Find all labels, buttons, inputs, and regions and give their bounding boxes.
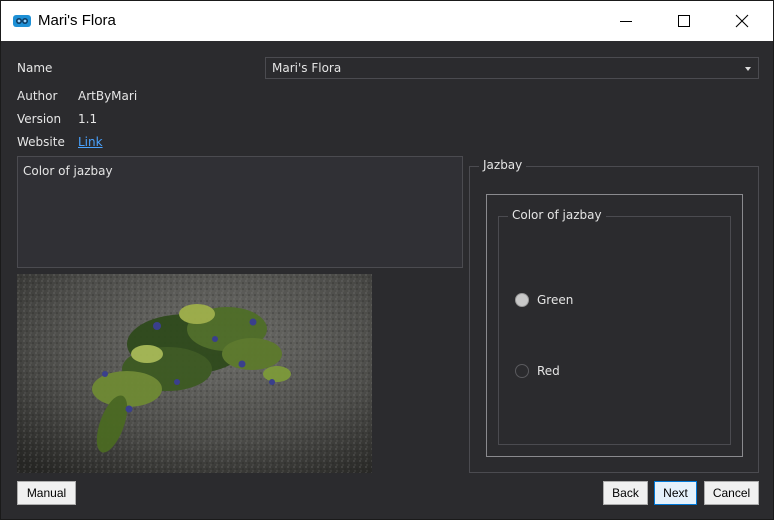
app-logo-icon bbox=[13, 15, 31, 27]
back-button[interactable]: Back bbox=[603, 481, 648, 505]
version-value: 1.1 bbox=[78, 112, 98, 126]
name-label: Name bbox=[17, 61, 53, 75]
website-label: Website bbox=[17, 135, 65, 149]
radio-red-label[interactable]: Red bbox=[537, 364, 560, 378]
manual-button[interactable]: Manual bbox=[17, 481, 76, 505]
cancel-button[interactable]: Cancel bbox=[704, 481, 759, 505]
description-text: Color of jazbay bbox=[23, 164, 113, 178]
maximize-button[interactable] bbox=[655, 1, 713, 41]
installer-window: Mari's Flora Name Mari's Flora Author Ar… bbox=[0, 0, 774, 520]
title-bar[interactable]: Mari's Flora bbox=[1, 1, 773, 41]
window-title: Mari's Flora bbox=[38, 12, 116, 29]
preview-image bbox=[17, 274, 372, 473]
author-value: ArtByMari bbox=[78, 89, 138, 103]
maximize-icon bbox=[678, 15, 690, 27]
close-icon bbox=[735, 14, 749, 28]
description-box[interactable]: Color of jazbay bbox=[17, 156, 463, 268]
author-label: Author bbox=[17, 89, 58, 103]
chevron-down-icon bbox=[745, 67, 751, 71]
radio-red[interactable] bbox=[515, 364, 529, 378]
website-link[interactable]: Link bbox=[78, 135, 103, 149]
color-option-group bbox=[498, 216, 731, 445]
version-label: Version bbox=[17, 112, 62, 126]
minimize-button[interactable] bbox=[597, 1, 655, 41]
radio-green-label[interactable]: Green bbox=[537, 293, 573, 307]
radio-green[interactable] bbox=[515, 293, 529, 307]
options-group-title: Jazbay bbox=[479, 158, 527, 172]
minimize-icon bbox=[620, 21, 632, 22]
name-dropdown[interactable]: Mari's Flora bbox=[265, 57, 759, 79]
color-option-group-title: Color of jazbay bbox=[508, 208, 606, 222]
next-button[interactable]: Next bbox=[654, 481, 697, 505]
close-button[interactable] bbox=[713, 1, 771, 41]
name-dropdown-value: Mari's Flora bbox=[272, 61, 342, 75]
